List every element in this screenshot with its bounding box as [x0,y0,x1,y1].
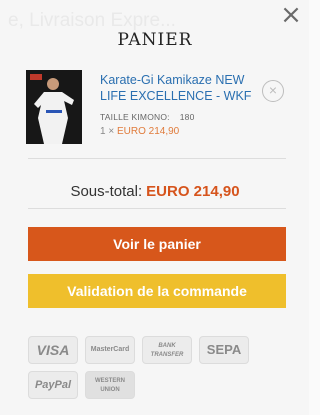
visa-icon: VISA [28,336,78,364]
divider [28,208,286,209]
attribute-label: TAILLE KIMONO: [100,112,170,122]
product-attribute: TAILLE KIMONO: 180 [100,112,195,122]
subtotal-label: Sous-total: [70,183,143,200]
cart-title: PANIER [117,30,193,50]
bank-transfer-icon: BANK TRANSFER [142,336,192,364]
mini-cart-panel: PANIER Karate-Gi Kamikaze NEW LIFE EXCEL… [14,18,296,415]
cart-item: Karate-Gi Kamikaze NEW LIFE EXCELLENCE -… [14,70,296,158]
product-thumbnail[interactable] [26,70,82,144]
payment-methods: VISA MasterCard BANK TRANSFER SEPA PayPa… [28,336,268,406]
divider [28,158,286,159]
product-name-link[interactable]: Karate-Gi Kamikaze NEW LIFE EXCELLENCE -… [100,72,260,104]
paypal-icon: PayPal [28,371,78,399]
subtotal-amount: EURO 214,90 [146,183,240,200]
checkout-button[interactable]: Validation de la commande [28,274,286,308]
mastercard-icon: MasterCard [85,336,135,364]
remove-item-button[interactable]: × [262,80,284,102]
sepa-icon: SEPA [199,336,249,364]
quantity: 1 × [100,126,115,137]
subtotal: Sous-total: EURO 214,90 [14,183,296,200]
western-union-icon: WESTERN UNION [85,371,135,399]
attribute-value: 180 [179,112,195,122]
item-price: EURO 214,90 [116,126,180,137]
product-quantity-price: 1 × EURO 214,90 [100,126,179,137]
view-cart-button[interactable]: Voir le panier [28,227,286,261]
